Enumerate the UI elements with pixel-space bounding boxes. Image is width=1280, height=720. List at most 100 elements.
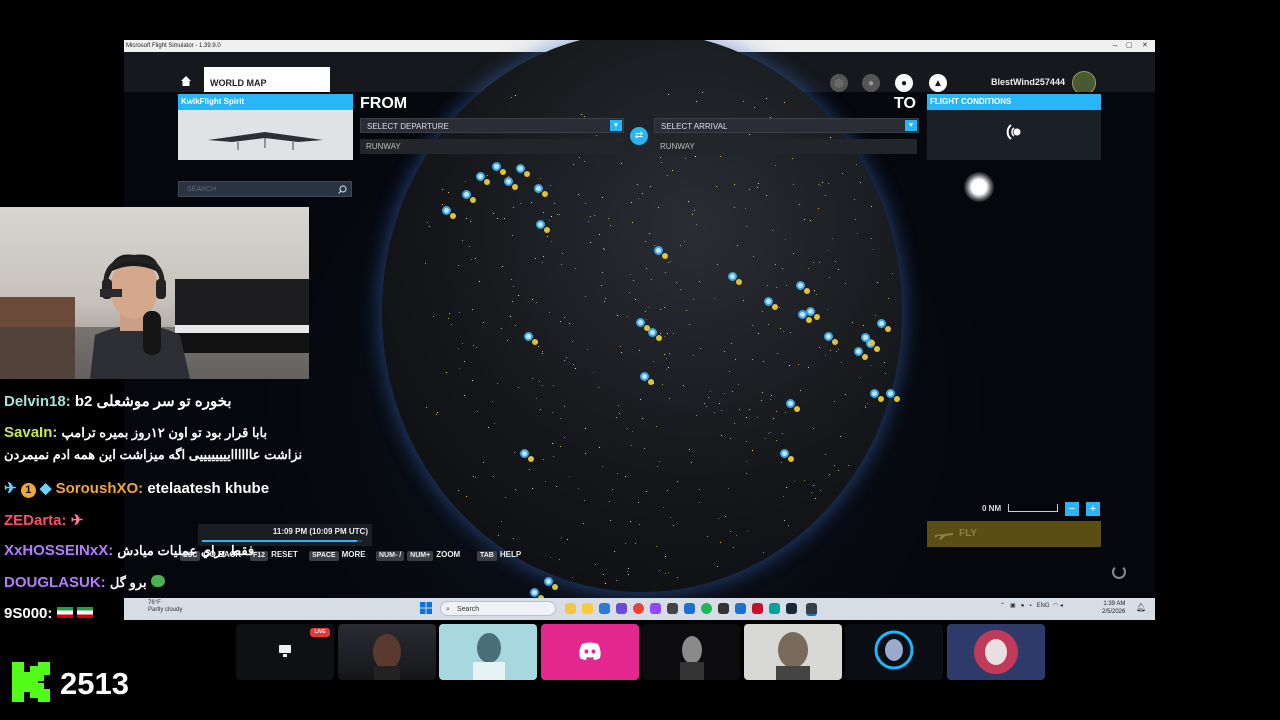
- discord-icon[interactable]: [616, 603, 627, 614]
- windows-start-icon[interactable]: [420, 602, 432, 614]
- username[interactable]: BlestWind257444: [991, 77, 1065, 87]
- city-light: [856, 232, 858, 234]
- zoom-out-button[interactable]: −: [1065, 502, 1079, 516]
- airport-marker-icon[interactable]: [786, 399, 800, 412]
- zoom-in-button[interactable]: +: [1086, 502, 1100, 516]
- city-light: [784, 238, 786, 240]
- community-icon[interactable]: ●: [862, 74, 880, 92]
- weather-widget[interactable]: 76°F Partly cloudy: [148, 600, 182, 614]
- hint-reset[interactable]: F12 RESET: [250, 550, 298, 561]
- airport-marker-icon[interactable]: [640, 372, 654, 385]
- thumbnail-streamer-3[interactable]: [439, 624, 537, 680]
- city-light: [692, 214, 694, 216]
- xbox-icon[interactable]: [769, 603, 780, 614]
- departure-select[interactable]: SELECT DEPARTURE ▼: [360, 118, 624, 133]
- city-light: [653, 244, 655, 246]
- hint-zoom[interactable]: NUM- / NUM+ ZOOM: [376, 550, 460, 561]
- flight-simulator-taskbar-icon[interactable]: [806, 603, 817, 616]
- thumbnail-streamer-2[interactable]: [338, 624, 436, 680]
- airport-marker-icon[interactable]: [796, 281, 810, 294]
- map-search-input[interactable]: SEARCH: [178, 181, 352, 197]
- airport-marker-icon[interactable]: [530, 588, 544, 601]
- obs-icon[interactable]: [667, 603, 678, 614]
- app-icon[interactable]: [735, 603, 746, 614]
- chat-username[interactable]: ZEDarta:: [4, 512, 67, 529]
- aircraft-card[interactable]: KwikFlight Spirit: [178, 94, 353, 160]
- airport-marker-icon[interactable]: [764, 297, 778, 310]
- airport-marker-icon[interactable]: [462, 190, 476, 203]
- spotify-icon[interactable]: [701, 603, 712, 614]
- airport-marker-icon[interactable]: [520, 449, 534, 462]
- city-light: [634, 298, 636, 300]
- maximize-button[interactable]: ▢: [1126, 40, 1133, 52]
- airport-marker-icon[interactable]: [524, 332, 538, 345]
- airport-marker-icon[interactable]: [877, 319, 891, 332]
- minimize-button[interactable]: –: [1113, 40, 1117, 52]
- airport-marker-icon[interactable]: [648, 328, 662, 341]
- chat-username[interactable]: SavaIn:: [4, 424, 57, 441]
- globe-icon[interactable]: ◎: [830, 74, 848, 92]
- city-light: [541, 353, 543, 355]
- taskbar-search[interactable]: ⌕ Search: [440, 601, 556, 616]
- thumbnail-streamer-7[interactable]: [845, 624, 943, 680]
- thumbnail-streamer-6[interactable]: [744, 624, 842, 680]
- hint-more[interactable]: SPACE MORE: [309, 550, 366, 561]
- app-icon[interactable]: [684, 603, 695, 614]
- hint-help[interactable]: TAB HELP: [477, 550, 521, 561]
- airport-marker-icon[interactable]: [861, 333, 875, 346]
- flight-conditions-panel[interactable]: FLIGHT CONDITIONS: [927, 94, 1101, 160]
- airport-marker-icon[interactable]: [544, 577, 558, 590]
- airport-marker-icon[interactable]: [798, 310, 812, 323]
- airport-marker-icon[interactable]: [780, 449, 794, 462]
- airport-marker-icon[interactable]: [516, 164, 530, 177]
- home-button[interactable]: [176, 72, 196, 90]
- chat-message: 9S000:: [4, 605, 93, 622]
- file-explorer-icon[interactable]: [582, 603, 593, 614]
- city-light: [736, 245, 738, 246]
- close-button[interactable]: ✕: [1142, 40, 1148, 52]
- airport-marker-icon[interactable]: [824, 332, 838, 345]
- airport-marker-icon[interactable]: [476, 172, 490, 185]
- taskbar-clock[interactable]: 1:39 AM 2/5/2026: [1102, 600, 1125, 616]
- arrival-select[interactable]: SELECT ARRIVAL ▼: [654, 118, 919, 133]
- airport-marker-icon[interactable]: [870, 389, 884, 402]
- chat-username[interactable]: DOUGLASUK:: [4, 574, 106, 591]
- chrome-icon[interactable]: [633, 603, 644, 614]
- chat-username[interactable]: 9S000:: [4, 605, 52, 622]
- city-light: [617, 314, 619, 316]
- profile-icon[interactable]: ●: [895, 74, 913, 92]
- airport-marker-icon[interactable]: [442, 206, 456, 219]
- city-light: [601, 465, 603, 467]
- city-light: [627, 570, 629, 572]
- app-icon[interactable]: [718, 603, 729, 614]
- swap-airports-button[interactable]: ⇄: [630, 127, 648, 145]
- app-icon[interactable]: [752, 603, 763, 614]
- city-light: [618, 405, 620, 407]
- chat-username[interactable]: SoroushXO:: [56, 480, 144, 497]
- chat-username[interactable]: XxHOSSEINxX:: [4, 542, 113, 559]
- steam-icon[interactable]: [786, 603, 797, 614]
- thumbnail-streamer-5[interactable]: [642, 624, 740, 680]
- thumbnail-streamer-8[interactable]: [947, 624, 1045, 680]
- city-light: [548, 311, 550, 313]
- airport-marker-icon[interactable]: [504, 177, 518, 190]
- copilot-icon[interactable]: [565, 603, 576, 614]
- airport-marker-icon[interactable]: [654, 246, 668, 259]
- airport-marker-icon[interactable]: [492, 162, 506, 175]
- chat-username[interactable]: Delvin18:: [4, 393, 71, 410]
- notification-bell-icon[interactable]: 🔔︎: [1136, 603, 1146, 612]
- city-light: [636, 183, 638, 185]
- departure-runway-field[interactable]: RUNWAY: [360, 139, 624, 154]
- airport-marker-icon[interactable]: [854, 347, 868, 360]
- city-light: [509, 315, 511, 317]
- streamer-avatar: [473, 633, 505, 680]
- system-tray[interactable]: ⌃ ▣ ● ▪ ENG ◠ ◂: [1000, 602, 1063, 609]
- twitch-icon[interactable]: [650, 603, 661, 614]
- edge-icon[interactable]: [599, 603, 610, 614]
- airport-marker-icon[interactable]: [886, 389, 900, 402]
- arrival-runway-field[interactable]: RUNWAY: [654, 139, 917, 154]
- notifications-icon[interactable]: ▲: [929, 74, 947, 92]
- airport-marker-icon[interactable]: [536, 220, 550, 233]
- airport-marker-icon[interactable]: [728, 272, 742, 285]
- thumbnail-discord-app[interactable]: [541, 624, 639, 680]
